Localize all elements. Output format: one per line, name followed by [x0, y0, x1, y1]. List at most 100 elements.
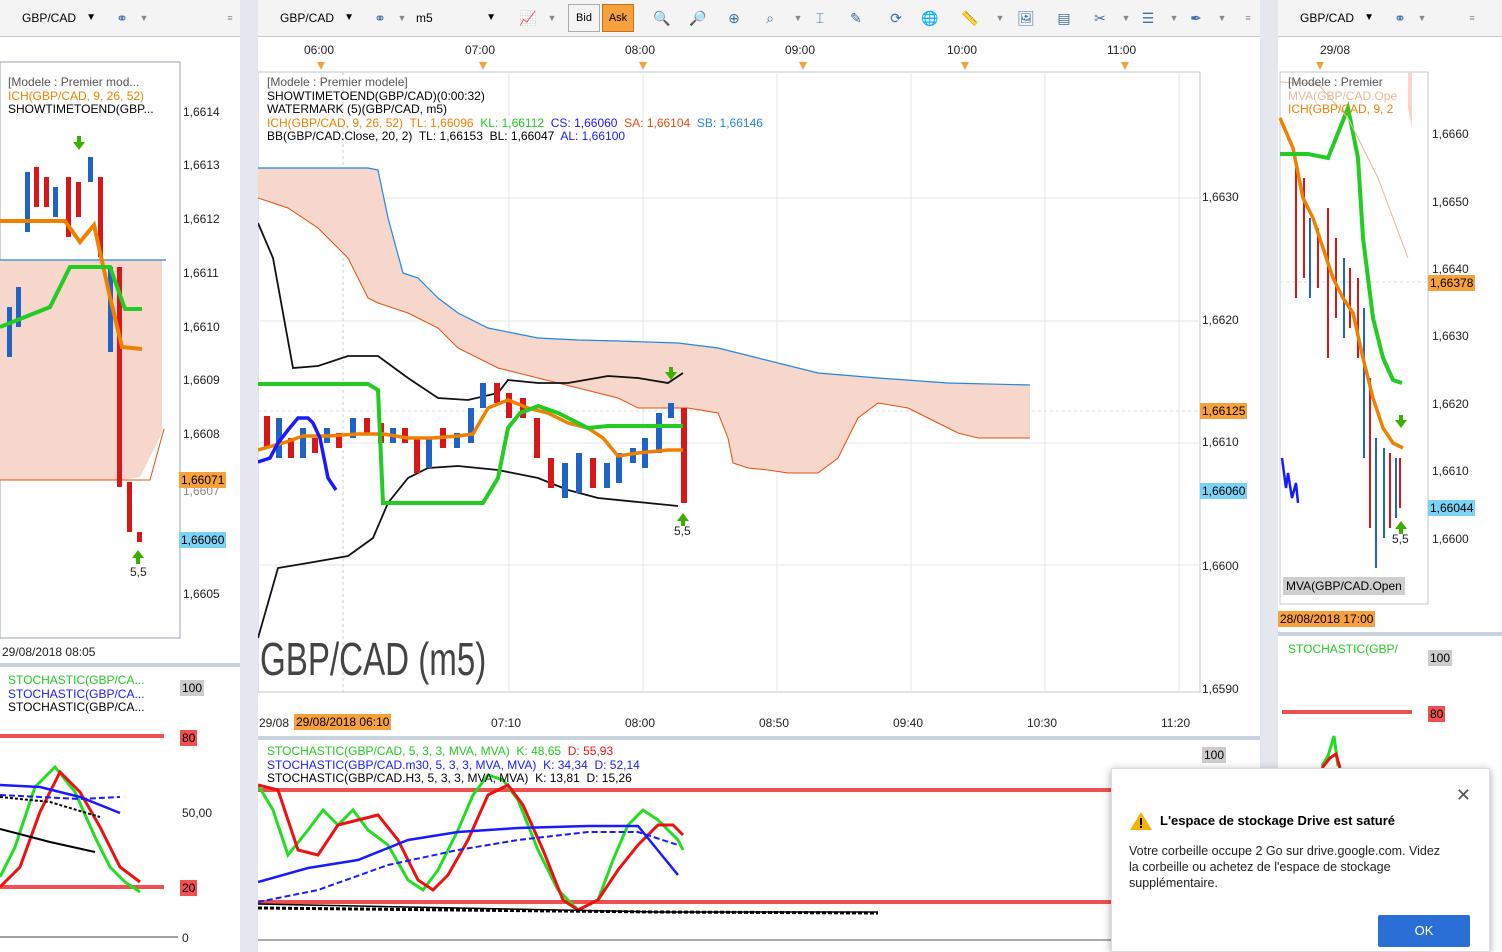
image-icon[interactable]: 🖼	[1014, 6, 1038, 30]
price-tick: 1,6630	[1432, 329, 1469, 343]
left-price-chart[interactable]	[0, 37, 240, 665]
chevron-down-icon[interactable]: ▼	[1120, 6, 1132, 30]
chevron-down-icon: ▼	[86, 12, 96, 23]
bb-legend-line: BB(GBP/CAD.Close, 20, 2) TL: 1,66153 BL:…	[267, 129, 763, 144]
zoom-area-icon[interactable]: ⌕	[758, 6, 782, 30]
left-legend: [Modele : Premier mod... ICH(GBP/CAD, 9,…	[8, 75, 154, 117]
stoch-legend-line: STOCHASTIC(GBP/CAD.m30, 5, 3, 3, MVA, MV…	[267, 757, 640, 773]
chart-type-icon[interactable]: 📈	[516, 6, 540, 30]
chevron-down-icon[interactable]: ▼	[396, 6, 408, 30]
price-tick: 1,6590	[1202, 682, 1239, 696]
right-mva-label: MVA(GBP/CAD.Open	[1283, 577, 1405, 595]
stoch-tick: 100	[1202, 747, 1227, 763]
tools-icon[interactable]: ✂	[1088, 6, 1112, 30]
stoch-m30-k: K: 34,34	[543, 757, 588, 772]
timeframe-select[interactable]: m5 ▼	[410, 8, 500, 28]
template-icon[interactable]: ▤	[1052, 6, 1076, 30]
main-toolbar: GBP/CAD ▼ ⚭ ▼ m5 ▼ 📈 ▼ Bid Ask 🔍 🔎 ⊕ ⌕ ▼…	[258, 0, 1260, 37]
main-price-tag-blue: 1,66060	[1200, 483, 1248, 499]
link-icon[interactable]: ⚭	[368, 6, 392, 30]
price-tick: 1,6605	[183, 587, 220, 601]
notification-title: L'espace de stockage Drive est saturé	[1160, 813, 1396, 828]
chevron-down-icon[interactable]: ▼	[994, 6, 1006, 30]
ask-button[interactable]: Ask	[602, 4, 634, 32]
zoom-out-icon[interactable]: 🔎	[686, 6, 710, 30]
left-symbol-text: GBP/CAD	[22, 11, 77, 25]
main-price-tag-orange: 1,66125	[1200, 403, 1248, 419]
main-symbol-select[interactable]: GBP/CAD ▼	[274, 8, 358, 28]
ruler-icon[interactable]: 📏	[958, 6, 982, 30]
chevron-down-icon[interactable]: ▼	[792, 6, 804, 30]
pane-separator[interactable]	[240, 0, 258, 952]
left-price-tag-orange: 1,66071	[179, 472, 227, 488]
price-tick: 1,6650	[1432, 195, 1469, 209]
ich-name: ICH(GBP/CAD, 9, 26, 52)	[267, 115, 404, 130]
stoch-legend-line: STOCHASTIC(GBP/CAD, 5, 3, 3, MVA, MVA) K…	[267, 744, 640, 759]
legend-line: MVA(GBP/CAD.Ope	[1288, 88, 1398, 103]
stoch-tick: 80	[180, 730, 198, 746]
right-toolbar: GBP/CAD ▼ ⚭ ▼ ≡	[1278, 0, 1502, 37]
ok-button[interactable]: OK	[1378, 915, 1470, 947]
edit-chart-icon[interactable]: ✎	[844, 6, 868, 30]
time-tick: 08:00	[625, 716, 656, 730]
stoch-tick: 100	[1428, 650, 1453, 666]
price-tick: 1,6611	[183, 266, 219, 280]
price-tick: 1,6620	[1432, 397, 1469, 411]
stoch-m5-k: K: 48,65	[516, 744, 562, 758]
chevron-down-icon[interactable]: ▼	[1416, 6, 1428, 30]
left-chart-pane: GBP/CAD ▼ ⚭ ▼ ≡ [Modele: Premier mod...…	[0, 0, 240, 952]
crosshair-icon[interactable]: ⌶	[808, 6, 832, 30]
draw-icon[interactable]: ✒	[1184, 6, 1208, 30]
chevron-down-icon[interactable]: ▼	[1168, 6, 1180, 30]
right-symbol-select[interactable]: GBP/CAD ▼	[1294, 8, 1378, 28]
warning-icon	[1130, 812, 1152, 830]
notification-message: Votre corbeille occupe 2 Go sur drive.go…	[1129, 844, 1441, 890]
menu-icon[interactable]: ≡	[224, 6, 236, 30]
main-symbol-text: GBP/CAD	[280, 11, 335, 25]
bb-al: AL: 1,66100	[560, 129, 626, 143]
refresh-icon[interactable]: ⟳	[884, 6, 908, 30]
right-legend: [Modele : Premier MVA(GBP/CAD.Ope ICH(GB…	[1288, 75, 1398, 117]
stoch-legend-line: STOCHASTIC(GBP/CA...	[8, 686, 145, 701]
main-stoch-legend: STOCHASTIC(GBP/CAD, 5, 3, 3, MVA, MVA) K…	[267, 744, 640, 786]
right-price-tag-orange: 1,66378	[1428, 275, 1476, 291]
zoom-in-icon[interactable]: 🔍	[650, 6, 674, 30]
close-icon[interactable]: ✕	[1456, 785, 1471, 806]
time-tick: 06:00	[304, 43, 335, 57]
zoom-reset-icon[interactable]: ⊕	[722, 6, 746, 30]
time-tick: 09:40	[893, 716, 924, 730]
bid-button[interactable]: Bid	[568, 4, 600, 32]
time-tick: 10:30	[1027, 716, 1058, 730]
chevron-down-icon[interactable]: ▼	[1216, 6, 1228, 30]
price-tick: 1,6608	[183, 427, 220, 441]
price-tick: 1,6660	[1432, 127, 1469, 141]
chart-watermark: GBP/CAD (m5)	[260, 633, 487, 685]
ich-tl: TL: 1,66096	[409, 115, 474, 130]
right-date-label: 28/08/2018 17:00	[1278, 611, 1376, 627]
globe-icon[interactable]: 🌐	[918, 6, 942, 30]
stoch-tick: 100	[180, 680, 205, 696]
chevron-down-icon[interactable]: ▼	[546, 6, 558, 30]
chevron-down-icon: ▼	[344, 12, 354, 23]
list-icon[interactable]: ☰	[1136, 6, 1160, 30]
legend-line: ICH(GBP/CAD, 9, 26, 52)	[8, 88, 145, 103]
time-tick: 08:50	[759, 716, 790, 730]
link-icon[interactable]: ⚭	[110, 6, 134, 30]
chevron-down-icon[interactable]: ▼	[138, 6, 150, 30]
link-icon[interactable]: ⚭	[1388, 6, 1412, 30]
time-tick: 07:10	[491, 716, 522, 730]
menu-icon[interactable]: ≡	[1466, 6, 1478, 30]
menu-icon[interactable]: ≡	[1242, 6, 1254, 30]
legend-line: [Modele : Premier	[1288, 75, 1383, 89]
left-symbol-select[interactable]: GBP/CAD ▼	[16, 8, 100, 28]
legend-line: [Modele : Premier modele]	[267, 75, 408, 89]
ich-sa: SA: 1,66104	[624, 115, 691, 130]
stoch-m30-name: STOCHASTIC(GBP/CAD.m30, 5, 3, 3, MVA, MV…	[267, 757, 537, 772]
price-tick: 1,6614	[183, 105, 220, 119]
ich-sb: SB: 1,66146	[696, 115, 763, 130]
right-stoch-legend: STOCHASTIC(GBP/	[1288, 642, 1398, 656]
main-price-chart[interactable]	[258, 58, 1260, 708]
bb-tl: TL: 1,66153	[418, 129, 483, 143]
price-tick: 1,6610	[183, 320, 220, 334]
main-chart-pane: GBP/CAD ▼ ⚭ ▼ m5 ▼ 📈 ▼ Bid Ask 🔍 🔎 ⊕ ⌕ ▼…	[258, 0, 1260, 952]
